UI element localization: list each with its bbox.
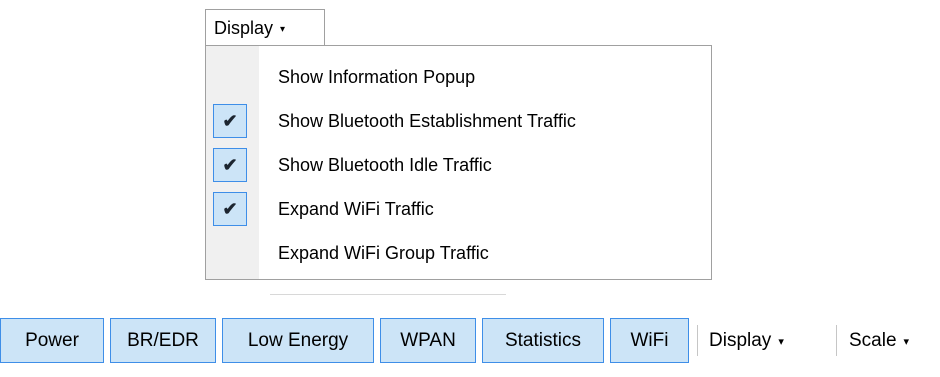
menu-item-label: Expand WiFi Group Traffic — [278, 242, 489, 263]
wpan-button[interactable]: WPAN — [380, 318, 476, 363]
menu-item-label: Show Information Popup — [278, 66, 476, 87]
menu-item-label: Expand WiFi Traffic — [278, 198, 434, 219]
power-button[interactable]: Power — [0, 318, 104, 363]
display-dropdown-button[interactable]: Display ▾ — [205, 9, 325, 46]
statistics-button-label: Statistics — [504, 329, 582, 351]
low-energy-button[interactable]: Low Energy — [222, 318, 374, 363]
menu-item-show-bluetooth-establishment-traffic[interactable]: ✔ Show Bluetooth Establishment Traffic — [206, 99, 711, 143]
br-edr-button-label: BR/EDR — [127, 329, 199, 351]
chevron-down-icon: ▾ — [778, 336, 784, 348]
power-button-label: Power — [25, 329, 79, 351]
menu-item-expand-wifi-group-traffic[interactable]: Expand WiFi Group Traffic — [206, 231, 711, 275]
br-edr-button[interactable]: BR/EDR — [110, 318, 216, 363]
statistics-button[interactable]: Statistics — [482, 318, 604, 363]
toolbar-separator — [836, 325, 837, 356]
menu-item-expand-wifi-traffic[interactable]: ✔ Expand WiFi Traffic — [206, 187, 711, 231]
menu-item-show-bluetooth-idle-traffic[interactable]: ✔ Show Bluetooth Idle Traffic — [206, 143, 711, 187]
wifi-button-label: WiFi — [630, 329, 669, 351]
menu-item-label: Show Bluetooth Establishment Traffic — [278, 110, 576, 131]
divider — [270, 294, 506, 295]
checkmark-icon: ✔ — [213, 148, 247, 182]
display-dropdown-label: Display — [214, 17, 274, 38]
low-energy-button-label: Low Energy — [247, 329, 349, 351]
display-toolbar-dropdown[interactable]: Display ▾ — [709, 318, 784, 363]
chevron-down-icon: ▾ — [903, 336, 910, 348]
wifi-button[interactable]: WiFi — [610, 318, 689, 363]
wpan-button-label: WPAN — [400, 329, 456, 351]
scale-toolbar-dropdown[interactable]: Scale ▾ — [849, 318, 909, 363]
menu-item-show-information-popup[interactable]: Show Information Popup — [206, 55, 711, 99]
toolbar-separator — [697, 325, 698, 356]
display-menu: Show Information Popup ✔ Show Bluetooth … — [205, 45, 712, 280]
scale-toolbar-label: Scale — [849, 329, 897, 351]
display-toolbar-label: Display — [709, 329, 772, 351]
menu-item-label: Show Bluetooth Idle Traffic — [278, 154, 492, 175]
chevron-down-icon: ▾ — [280, 23, 286, 35]
toolbar: Power BR/EDR Low Energy WPAN Statistics … — [0, 318, 940, 363]
checkmark-icon: ✔ — [213, 192, 247, 226]
checkmark-icon: ✔ — [213, 104, 247, 138]
